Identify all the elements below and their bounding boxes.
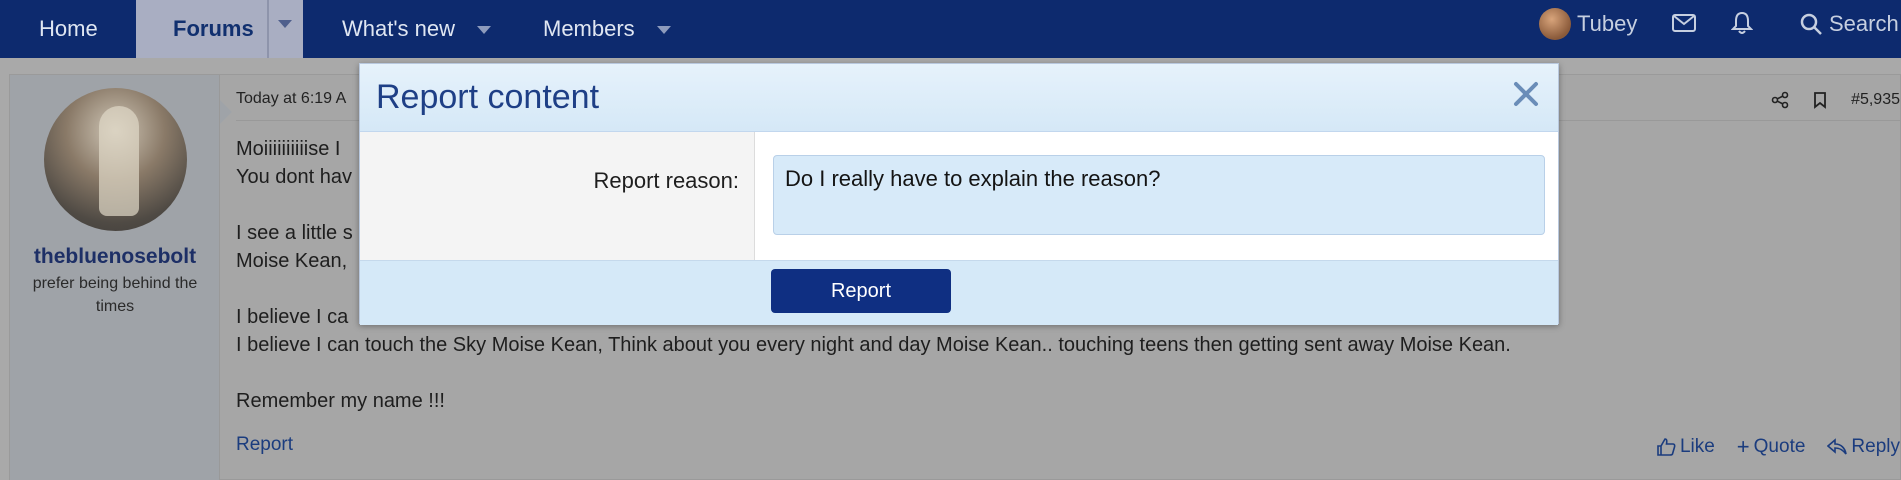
post-date[interactable]: Today at 6:19 A (236, 90, 346, 108)
mail-icon[interactable] (1672, 8, 1696, 38)
plus-icon: + (1736, 434, 1750, 459)
close-icon[interactable] (1510, 78, 1542, 110)
avatar[interactable] (44, 88, 187, 231)
chevron-down-icon[interactable] (477, 26, 492, 34)
reply-label: Reply (1851, 436, 1900, 457)
quote-label: Quote (1753, 436, 1806, 457)
nav-search[interactable]: Search (1799, 0, 1899, 48)
post-username[interactable]: thebluenosebolt (10, 245, 220, 269)
post-tools: #5,935 (1771, 87, 1900, 113)
post-arrow (220, 100, 232, 124)
chevron-down-icon[interactable] (278, 20, 292, 28)
report-submit-button[interactable]: Report (771, 269, 951, 313)
report-modal: Report content Report reason: Do I reall… (359, 63, 1559, 325)
like-label: Like (1679, 436, 1715, 457)
avatar (1539, 8, 1571, 40)
nav-username: Tubey (1577, 11, 1638, 36)
post-line: Remember my name !!! (236, 390, 445, 412)
thumbs-up-icon (1657, 438, 1676, 456)
nav-separator (267, 0, 269, 58)
nav-user-menu[interactable]: Tubey (1539, 0, 1637, 48)
quote-button[interactable]: + Quote (1737, 434, 1806, 460)
post-line: I believe I can touch the Sky Moise Kean… (236, 334, 1511, 356)
top-navigation: Home Forums What's new Members Tubey Sea… (0, 0, 1901, 58)
reply-button[interactable]: Reply (1827, 436, 1900, 458)
nav-whats-new[interactable]: What's new (342, 0, 492, 58)
modal-header: Report content (360, 64, 1558, 132)
nav-forums[interactable]: Forums (136, 0, 303, 58)
like-button[interactable]: Like (1656, 436, 1715, 458)
nav-whats-new-label: What's new (342, 16, 456, 41)
nav-home-label: Home (39, 16, 98, 41)
modal-footer: Report (360, 260, 1558, 325)
post-user-block: thebluenosebolt prefer being behind the … (10, 75, 220, 480)
report-reason-label: Report reason: (593, 168, 739, 193)
report-reason-input[interactable]: Do I really have to explain the reason? (773, 155, 1545, 235)
modal-body: Report reason: Do I really have to expla… (360, 132, 1558, 260)
post-actions: Like + Quote Reply (1656, 434, 1900, 460)
nav-members-label: Members (543, 16, 635, 41)
bookmark-icon[interactable] (1811, 91, 1829, 109)
reply-icon (1827, 438, 1848, 455)
report-reason-label-cell: Report reason: (360, 132, 755, 260)
post-report-link[interactable]: Report (236, 434, 293, 456)
share-icon[interactable] (1771, 91, 1789, 109)
nav-members[interactable]: Members (543, 0, 671, 58)
search-icon (1800, 13, 1822, 35)
nav-forums-label: Forums (173, 16, 254, 41)
chevron-down-icon[interactable] (656, 26, 671, 34)
bell-icon[interactable] (1731, 8, 1753, 38)
modal-title: Report content (376, 78, 600, 116)
nav-search-label: Search (1829, 11, 1899, 36)
post-number[interactable]: #5,935 (1851, 91, 1900, 109)
post-user-title: prefer being behind the times (32, 275, 198, 315)
nav-home[interactable]: Home (39, 0, 98, 58)
